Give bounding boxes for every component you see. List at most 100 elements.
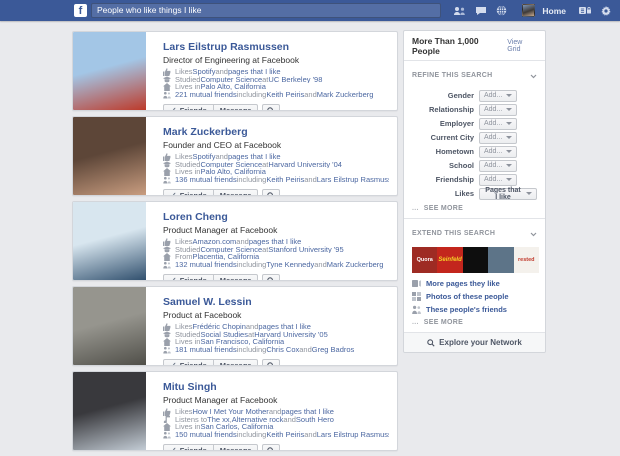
card-search-button[interactable] <box>262 359 280 366</box>
message-button[interactable]: Message <box>214 274 259 281</box>
detail-link[interactable]: 150 mutual friends <box>175 431 237 439</box>
refine-see-more[interactable]: ...SEE MORE <box>412 205 537 212</box>
detail-link[interactable]: Frédéric Chopin <box>193 323 246 331</box>
person-name-link[interactable]: Mark Zuckerberg <box>163 126 248 138</box>
friends-button[interactable]: ✓Friends <box>163 359 214 366</box>
detail-link[interactable]: Stanford University '95 <box>268 246 343 254</box>
friends-button[interactable]: ✓Friends <box>163 104 214 111</box>
search-results-list: Lars Eilstrup RasmussenDirector of Engin… <box>72 31 398 456</box>
detail-link[interactable]: Keith Peiris <box>266 176 304 184</box>
detail-link[interactable]: Spotify <box>193 153 216 161</box>
person-name-link[interactable]: Lars Eilstrup Rasmussen <box>163 41 289 53</box>
filter-dropdown[interactable]: Add... <box>479 146 517 158</box>
notifications-icon[interactable] <box>495 4 508 17</box>
person-name-link[interactable]: Loren Cheng <box>163 211 228 223</box>
detail-link[interactable]: Lars Eilstrup Rasmussen <box>317 176 389 184</box>
person-name-link[interactable]: Samuel W. Lessin <box>163 296 252 308</box>
detail-link[interactable]: Harvard University '05 <box>254 331 328 339</box>
detail-link[interactable]: 221 mutual friends <box>175 91 237 99</box>
page-thumbnail[interactable]: Quora <box>412 247 437 273</box>
detail-link[interactable]: San Carlos, California <box>200 423 273 431</box>
detail-link[interactable]: Tyne Kennedy <box>266 261 314 269</box>
settings-gear-icon[interactable] <box>599 4 612 17</box>
friends-button[interactable]: ✓Friends <box>163 189 214 196</box>
page-thumbnail[interactable]: Seinfeld <box>437 247 462 273</box>
explore-network-button[interactable]: Explore your Network <box>404 332 545 352</box>
detail-link[interactable]: Lars Eilstrup Rasmussen <box>317 431 389 439</box>
page-thumbnail[interactable] <box>463 247 488 273</box>
detail-link[interactable]: Keith Peiris <box>266 91 304 99</box>
profile-photo[interactable] <box>73 32 146 110</box>
profile-avatar[interactable] <box>522 4 535 17</box>
profile-photo[interactable] <box>73 372 146 450</box>
detail-link[interactable]: Computer Science <box>200 246 262 254</box>
profile-photo[interactable] <box>73 202 146 280</box>
person-name-link[interactable]: Mitu Singh <box>163 381 217 393</box>
person-detail-row: Lives in Palo Alto, California <box>163 83 389 91</box>
filter-dropdown[interactable]: Add... <box>479 132 517 144</box>
detail-link[interactable]: The xx <box>207 416 230 424</box>
detail-link[interactable]: Mark Zuckerberg <box>317 91 374 99</box>
card-search-button[interactable] <box>262 189 280 196</box>
message-button[interactable]: Message <box>214 359 259 366</box>
detail-link[interactable]: Amazon.com <box>193 238 237 246</box>
detail-link[interactable]: 136 mutual friends <box>175 176 237 184</box>
profile-photo[interactable] <box>73 117 146 195</box>
detail-link[interactable]: UC Berkeley '98 <box>268 76 322 84</box>
detail-link[interactable]: pages that I like <box>228 153 281 161</box>
detail-link[interactable]: pages that I like <box>228 68 281 76</box>
filter-dropdown[interactable]: Add... <box>479 104 517 116</box>
message-button[interactable]: Message <box>214 189 259 196</box>
extend-link[interactable]: These people's friends <box>412 305 537 314</box>
message-button[interactable]: Message <box>214 444 259 451</box>
search-bar[interactable]: People who like things I like <box>91 3 441 18</box>
card-search-button[interactable] <box>262 444 280 451</box>
card-search-button[interactable] <box>262 274 280 281</box>
friends-button[interactable]: ✓Friends <box>163 274 214 281</box>
detail-link[interactable]: Harvard University '04 <box>268 161 342 169</box>
chevron-down-icon[interactable] <box>530 224 537 242</box>
filter-dropdown[interactable]: Add... <box>479 160 517 172</box>
filter-dropdown[interactable]: Add... <box>479 118 517 130</box>
extend-see-more[interactable]: ...SEE MORE <box>412 319 537 326</box>
filter-dropdown[interactable]: Pages that I like <box>479 188 537 200</box>
detail-link[interactable]: 181 mutual friends <box>175 346 237 354</box>
detail-link[interactable]: Computer Science <box>200 76 262 84</box>
chevron-down-icon[interactable] <box>530 66 537 84</box>
detail-link[interactable]: Palo Alto, California <box>200 168 265 176</box>
privacy-shortcuts-icon[interactable] <box>578 4 591 17</box>
page-thumbnail[interactable] <box>488 247 513 273</box>
card-search-button[interactable] <box>262 104 280 111</box>
detail-link[interactable]: Mark Zuckerberg <box>327 261 384 269</box>
filter-dropdown[interactable]: Add... <box>479 90 517 102</box>
detail-link[interactable]: Computer Science <box>200 161 262 169</box>
detail-link[interactable]: How I Met Your Mother <box>193 408 269 416</box>
detail-link[interactable]: 132 mutual friends <box>175 261 237 269</box>
extend-link[interactable]: Photos of these people <box>412 292 537 301</box>
message-button[interactable]: Message <box>214 104 259 111</box>
detail-link[interactable]: South Hero <box>296 416 334 424</box>
view-grid-link[interactable]: View Grid <box>507 39 537 53</box>
detail-link[interactable]: Social Studies <box>200 331 248 339</box>
home-link[interactable]: Home <box>542 6 566 16</box>
detail-link[interactable]: Greg Badros <box>312 346 355 354</box>
detail-link[interactable]: pages that I like <box>249 238 302 246</box>
detail-link[interactable]: Placentia, California <box>193 253 260 261</box>
detail-link[interactable]: San Francisco, California <box>200 338 284 346</box>
detail-link[interactable]: pages that I like <box>258 323 311 331</box>
detail-link[interactable]: pages that I like <box>281 408 334 416</box>
page-thumbnail[interactable]: rested <box>514 247 539 273</box>
messages-icon[interactable] <box>474 4 487 17</box>
extend-link[interactable]: More pages they like <box>412 279 537 288</box>
detail-link[interactable]: Palo Alto, California <box>200 83 265 91</box>
detail-link[interactable]: Chris Cox <box>266 346 299 354</box>
facebook-logo[interactable]: f <box>74 4 87 17</box>
filter-dropdown[interactable]: Add... <box>479 174 517 186</box>
detail-link[interactable]: Spotify <box>193 68 216 76</box>
profile-photo[interactable] <box>73 287 146 365</box>
friends-button[interactable]: ✓Friends <box>163 444 214 451</box>
detail-link[interactable]: Alternative rock <box>232 416 284 424</box>
detail-link[interactable]: Keith Peiris <box>266 431 304 439</box>
friend-requests-icon[interactable] <box>453 4 466 17</box>
photos-icon <box>412 292 421 301</box>
